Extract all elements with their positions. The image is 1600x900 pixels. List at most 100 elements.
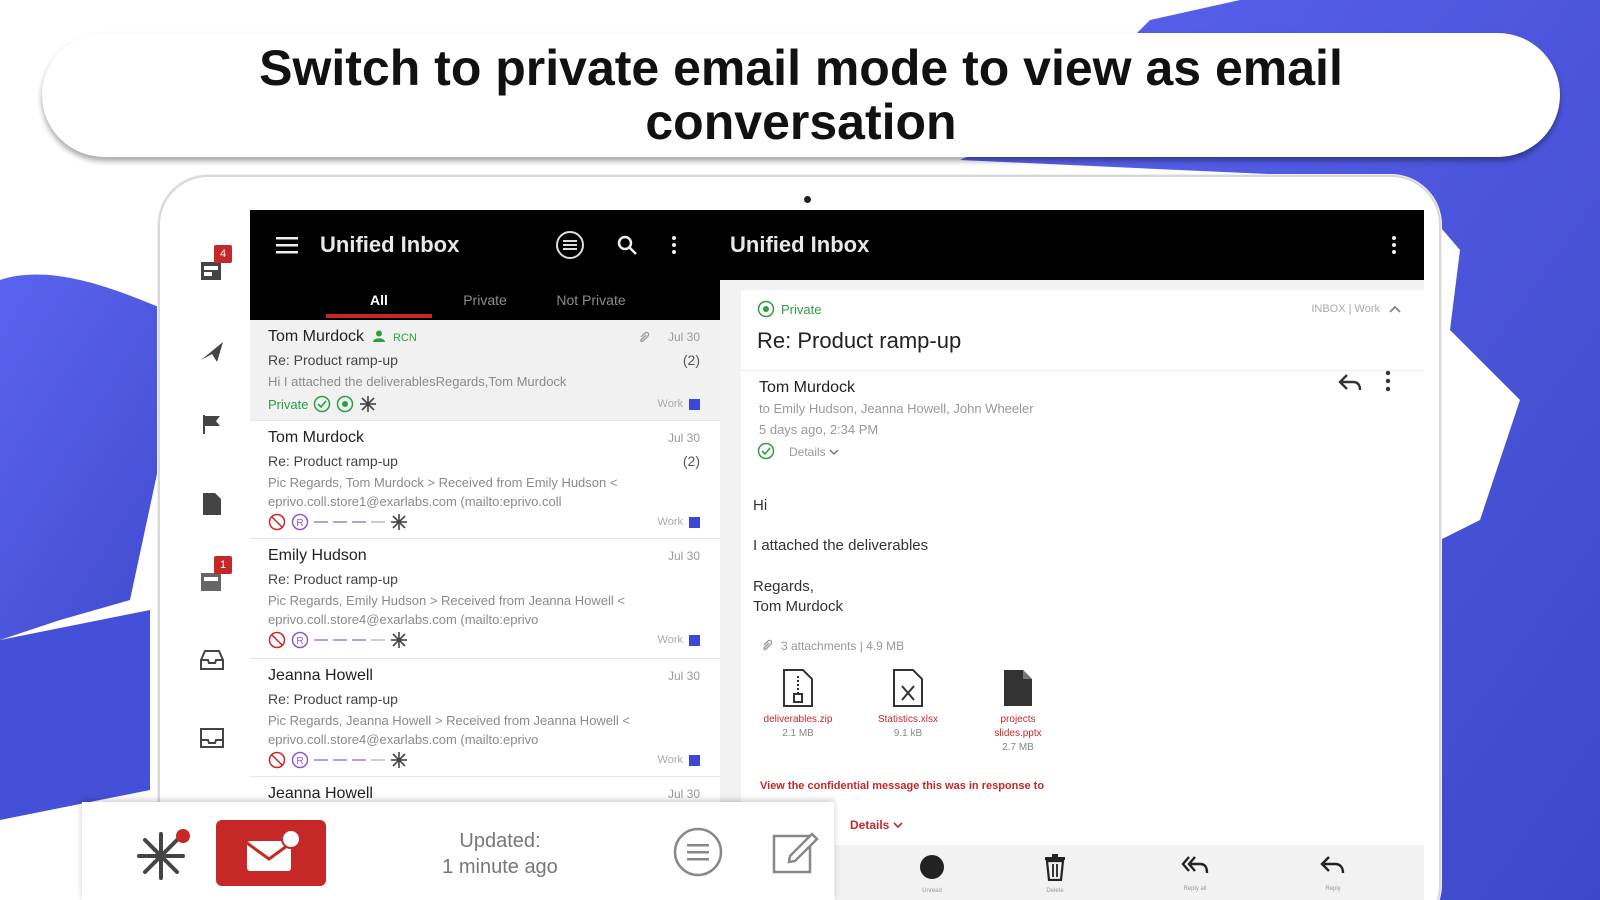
list-more-icon[interactable] xyxy=(657,228,691,262)
xlsx-file-icon xyxy=(893,669,923,707)
compose-icon xyxy=(772,832,819,874)
folder-rail: 4 1 xyxy=(170,210,250,830)
details-toggle[interactable]: Details xyxy=(789,445,839,459)
chevron-up-icon[interactable] xyxy=(1388,304,1402,314)
tray-icon xyxy=(200,650,224,670)
label-color xyxy=(689,398,700,410)
progress-dash xyxy=(314,521,328,523)
rail-unified-inbox[interactable]: 4 xyxy=(196,245,232,287)
rail-flagged[interactable] xyxy=(196,408,228,440)
confidential-link[interactable]: View the confidential message this was i… xyxy=(760,780,1044,792)
row-folder: Work xyxy=(657,516,683,528)
delete-button[interactable]: Delete xyxy=(1025,853,1085,894)
message-row[interactable]: Emily Hudson Jul 30 Re: Product ramp-up … xyxy=(250,539,720,659)
sparkle-icon xyxy=(391,514,407,530)
row-status-icons: Private xyxy=(268,395,377,413)
progress-dash xyxy=(371,639,385,641)
reply-icon[interactable] xyxy=(1337,371,1363,393)
tab-private[interactable]: Private xyxy=(432,280,538,320)
row-folder-label: Work xyxy=(658,398,700,410)
progress-dash xyxy=(371,759,385,761)
body-signature: Tom Murdock xyxy=(753,598,844,615)
attachment-item[interactable]: Statistics.xlsx 9.1 kB xyxy=(858,668,958,741)
label-color xyxy=(689,754,700,766)
details-toggle-label: Details xyxy=(789,445,826,459)
progress-dash xyxy=(352,639,366,641)
sparkle-button[interactable] xyxy=(135,828,191,889)
row-subject: Re: Product ramp-up xyxy=(268,453,398,469)
list-title: Unified Inbox xyxy=(320,232,460,257)
progress-dash xyxy=(352,759,366,761)
not-private-icon xyxy=(268,513,286,531)
row-subject: Re: Product ramp-up xyxy=(268,352,398,368)
camera-dot xyxy=(804,196,811,203)
check-circle-icon xyxy=(314,395,331,413)
attachment-item[interactable]: projects slides.pptx 2.7 MB xyxy=(968,668,1068,755)
zip-file-icon xyxy=(783,669,813,707)
chevron-down-icon xyxy=(829,449,839,456)
sparkle-icon xyxy=(391,752,407,768)
rail-archive[interactable] xyxy=(196,722,228,754)
compose-button[interactable] xyxy=(770,826,820,881)
attachment-icon xyxy=(640,331,650,343)
conversation-mode-button[interactable] xyxy=(672,826,724,883)
row-count: (2) xyxy=(682,352,700,368)
row-status-icons: R xyxy=(268,751,408,769)
conversation-mode-icon xyxy=(673,827,723,877)
row-date: Jul 30 xyxy=(667,787,700,801)
private-shield-icon xyxy=(757,300,775,318)
attachment-size: 2.1 MB xyxy=(782,728,814,739)
private-tag: Private xyxy=(268,396,309,412)
attachment-size: 2.7 MB xyxy=(1002,742,1034,753)
progress-dash xyxy=(333,759,347,761)
pptx-file-icon xyxy=(1004,670,1032,706)
rail-sent[interactable] xyxy=(196,335,228,367)
label-color xyxy=(689,634,700,646)
search-icon[interactable] xyxy=(610,228,644,262)
detail-subject: Re: Product ramp-up xyxy=(757,328,962,353)
detail-more-icon[interactable] xyxy=(1377,228,1411,262)
menu-icon[interactable] xyxy=(270,228,304,262)
row-subject: Re: Product ramp-up xyxy=(268,571,398,587)
private-mail-button[interactable] xyxy=(216,820,326,886)
unread-label: Unread xyxy=(922,888,942,894)
sparkle-icon xyxy=(137,829,190,880)
details-link[interactable]: Details xyxy=(850,818,903,832)
body-line: I attached the deliverables xyxy=(753,537,929,554)
unread-button[interactable]: Unread xyxy=(902,853,962,894)
updated-line-1: Updated: xyxy=(459,830,541,852)
message-more-icon[interactable] xyxy=(1385,369,1391,393)
attachment-icon xyxy=(763,639,773,651)
row-preview: Pic Regards, Jeanna Howell > Received fr… xyxy=(268,713,631,747)
detail-to: to Emily Hudson, Jeanna Howell, John Whe… xyxy=(759,401,1034,416)
reply-all-button[interactable]: Reply all xyxy=(1165,853,1225,892)
detail-header-card: Private INBOX | Work Re: Product ramp-up xyxy=(741,290,1424,370)
rail-tray[interactable] xyxy=(196,644,228,676)
message-row[interactable]: Tom Murdock RCN Jul 30 Re: Product ramp-… xyxy=(250,320,720,421)
attachment-name: projects slides.pptx xyxy=(994,714,1042,739)
row-folder-label: Work xyxy=(658,754,700,766)
label-color xyxy=(689,516,700,528)
app-toolbar: Unified Inbox Unified Inbox xyxy=(250,210,1424,280)
row-date: Jul 30 xyxy=(667,330,700,344)
progress-dash xyxy=(333,521,347,523)
attachment-item[interactable]: deliverables.zip 2.1 MB xyxy=(748,668,848,741)
check-circle-icon xyxy=(757,442,775,460)
conversation-mode-icon[interactable] xyxy=(553,228,587,262)
rcn-tag: RCN xyxy=(392,332,417,344)
rail-drafts[interactable] xyxy=(196,488,228,520)
delete-label: Delete xyxy=(1046,888,1064,894)
reply-button[interactable]: Reply xyxy=(1303,853,1363,892)
person-verified-icon xyxy=(373,330,386,342)
sparkle-icon xyxy=(360,396,377,412)
tab-not-private[interactable]: Not Private xyxy=(538,280,644,320)
row-preview: Pic Regards, Tom Murdock > Received from… xyxy=(268,475,618,509)
detail-from: Tom Murdock xyxy=(759,379,856,396)
rail-inbox[interactable]: 1 xyxy=(196,556,232,598)
unread-dot-icon xyxy=(920,855,944,879)
detail-title: Unified Inbox xyxy=(730,232,870,257)
row-preview: Pic Regards, Emily Hudson > Received fro… xyxy=(268,593,625,627)
message-row[interactable]: Tom Murdock Jul 30 Re: Product ramp-up (… xyxy=(250,421,720,539)
message-row[interactable]: Jeanna Howell Jul 30 Re: Product ramp-up… xyxy=(250,659,720,777)
progress-dash xyxy=(333,639,347,641)
